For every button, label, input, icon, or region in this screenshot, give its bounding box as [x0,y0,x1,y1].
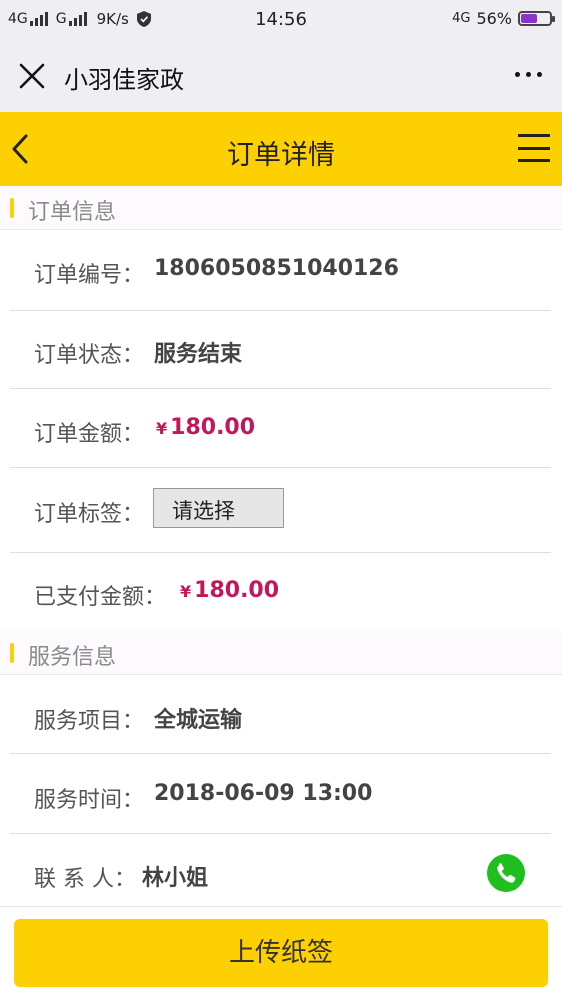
battery-icon [518,11,555,26]
contact-value: 林小姐 [142,866,209,891]
section-service-info: 服务信息 [0,631,562,675]
order-tag-label: 订单标签： [34,502,145,527]
wechat-title-bar: 小羽佳家政 [0,40,562,112]
paid-amount-label: 已支付金额： [34,585,167,610]
contact-row: 联 系 人： 林小姐 [10,834,551,906]
network-label-right: 4G [452,11,471,26]
service-time-row: 服务时间： 2018-06-09 13:00 [10,754,551,834]
paid-amount-row: 已支付金额： ¥180.00 [10,553,551,625]
bottom-divider [0,906,562,907]
upload-paper-sign-button[interactable]: 上传纸签 [14,919,548,987]
service-time-label: 服务时间： [34,788,145,813]
page-title: 订单详情 [227,140,335,171]
section-order-info: 订单信息 [0,186,562,230]
status-right: 4G 56% [452,9,555,28]
service-item-row: 服务项目： 全城运输 [10,676,551,754]
section-title: 订单信息 [28,200,117,225]
order-tag-select[interactable]: 请选择 [153,488,284,528]
more-dots-icon[interactable] [515,72,542,77]
service-item-value: 全城运输 [154,708,243,733]
phone-icon [497,863,516,883]
battery-percent: 56% [476,9,512,28]
service-item-label: 服务项目： [34,709,145,734]
order-amount-number: 180.00 [170,415,256,440]
section-title: 服务信息 [28,645,117,670]
order-status-value: 服务结束 [154,342,243,367]
paid-amount-number: 180.00 [194,578,280,603]
currency-symbol: ¥ [156,419,168,438]
order-amount-label: 订单金额： [34,422,145,447]
order-number-row: 订单编号： 1806050851040126 [10,231,551,311]
order-status-label: 订单状态： [34,343,145,368]
order-amount-row: 订单金额： ¥180.00 [10,389,551,468]
currency-symbol: ¥ [180,582,192,601]
status-bar: 4G G 9K/s 14:56 4G 56% [0,0,562,40]
order-number-label: 订单编号： [34,263,145,288]
order-amount-value: ¥180.00 [156,415,255,440]
service-time-value: 2018-06-09 13:00 [154,781,373,806]
page-header: 订单详情 [0,112,562,186]
contact-label: 联 系 人： [34,867,136,892]
order-tag-row: 订单标签： 请选择 [10,468,551,553]
section-accent-bar [10,643,14,663]
hamburger-menu-icon[interactable] [518,134,550,162]
wechat-page-title: 小羽佳家政 [64,66,184,94]
phone-call-button[interactable] [487,854,525,892]
section-accent-bar [10,198,14,218]
close-icon[interactable] [18,62,46,90]
order-status-row: 订单状态： 服务结束 [10,311,551,389]
order-number-value: 1806050851040126 [154,256,399,281]
paid-amount-value: ¥180.00 [180,578,279,603]
